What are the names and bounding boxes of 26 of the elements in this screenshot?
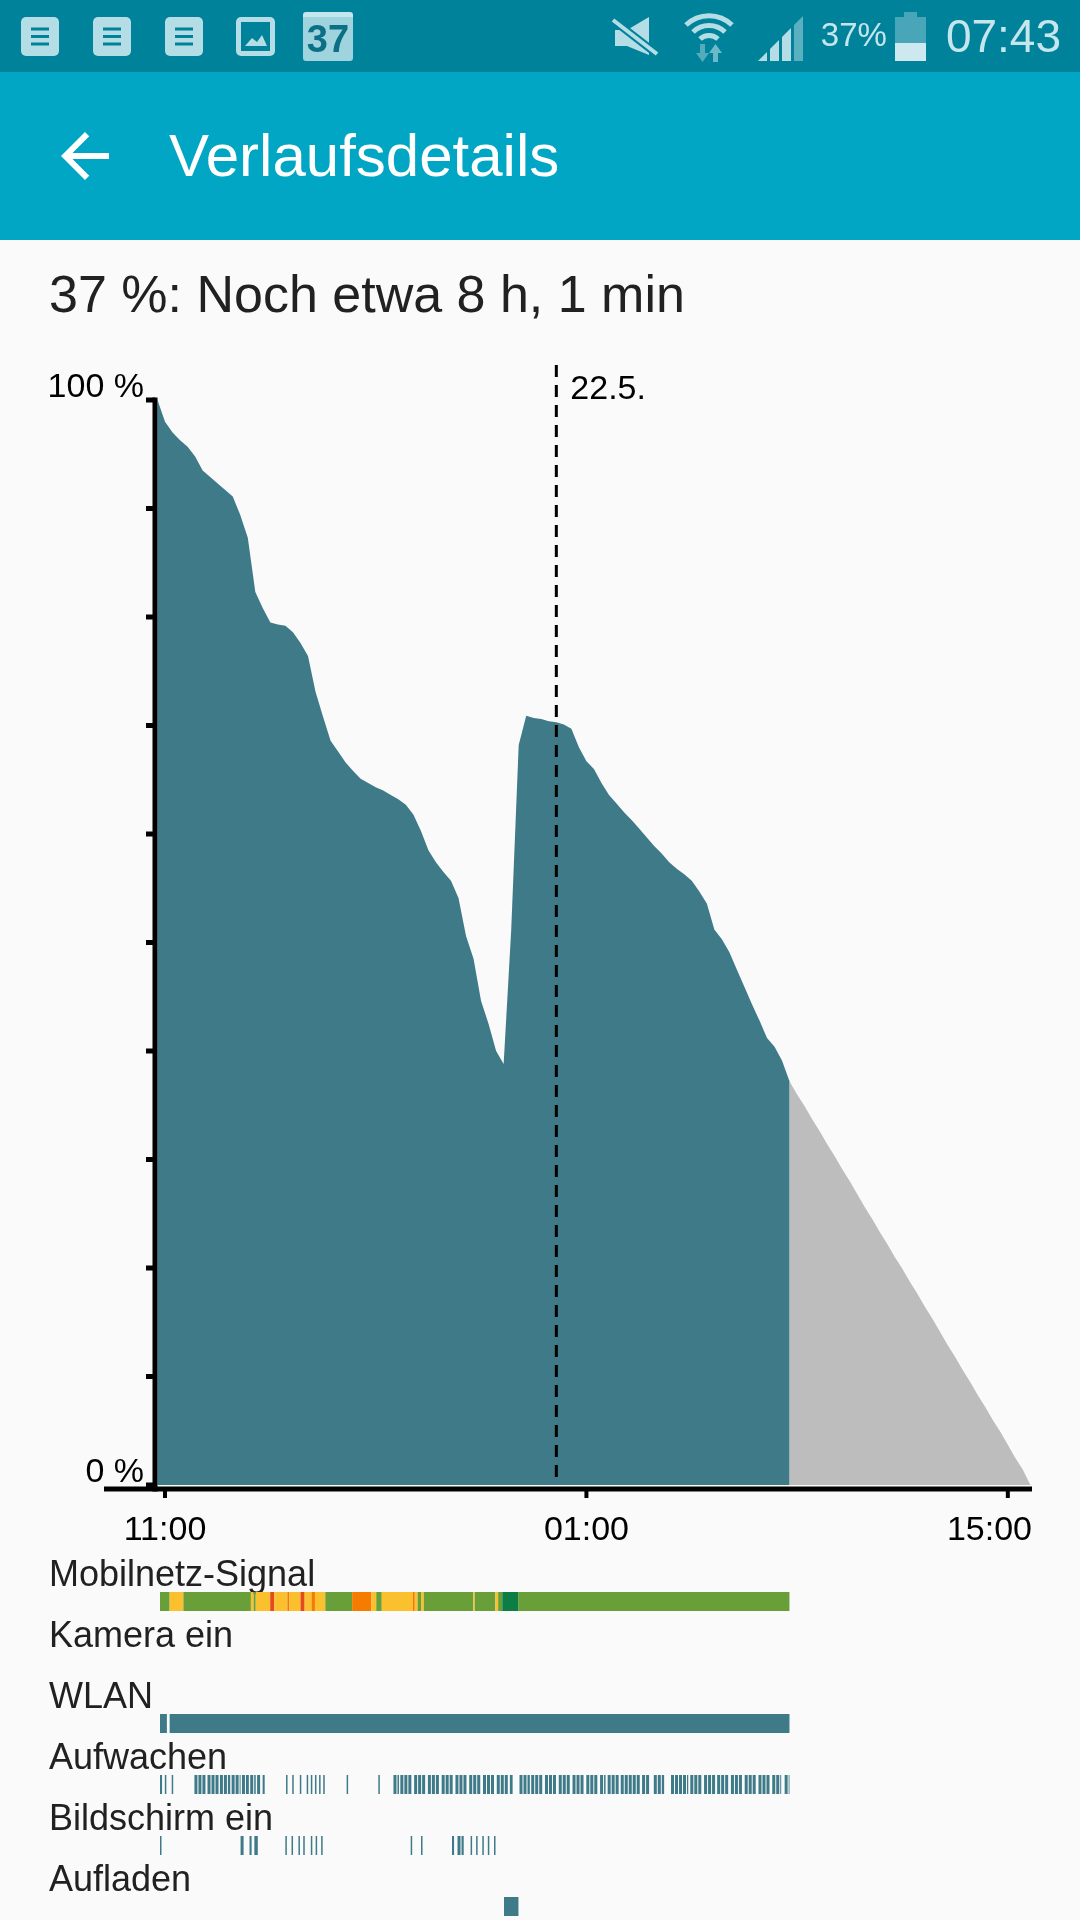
clock-time: 07:43 bbox=[945, 13, 1061, 59]
date-label: 22.5. bbox=[570, 368, 646, 406]
x-axis-label: 11:00 bbox=[123, 1509, 207, 1547]
event-label: Bildschirm ein bbox=[49, 1800, 274, 1836]
battery-percentage: 37% bbox=[820, 17, 887, 51]
x-axis-label: 15:00 bbox=[946, 1509, 1032, 1547]
x-axis-label: 01:00 bbox=[543, 1509, 629, 1547]
image-notification-icon bbox=[236, 16, 275, 56]
document-notification-icon bbox=[93, 16, 131, 56]
event-label: Aufwachen bbox=[49, 1739, 228, 1775]
calendar-notification-icon: 37 bbox=[303, 11, 353, 61]
event-label: Mobilnetz-Signal bbox=[49, 1556, 316, 1592]
charging-timeline-bar bbox=[504, 1897, 519, 1916]
event-label: Kamera ein bbox=[49, 1617, 234, 1653]
mute-icon bbox=[610, 14, 659, 58]
event-label: Aufladen bbox=[49, 1861, 192, 1897]
y-axis-label: 100 % bbox=[47, 366, 144, 404]
battery-icon bbox=[894, 11, 926, 61]
document-notification-icon bbox=[165, 16, 203, 56]
battery-summary: 37 %: Noch etwa 8 h, 1 min bbox=[49, 268, 685, 320]
document-notification-icon bbox=[21, 16, 59, 56]
y-axis-label: 0 % bbox=[85, 1451, 144, 1489]
event-label: WLAN bbox=[49, 1678, 153, 1714]
back-arrow-icon bbox=[61, 132, 109, 180]
screen-title: Verlaufsdetails bbox=[169, 126, 560, 186]
back-button[interactable] bbox=[61, 132, 109, 180]
